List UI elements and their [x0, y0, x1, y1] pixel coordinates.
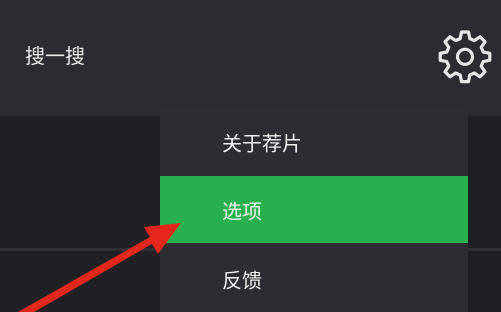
gear-icon[interactable] [437, 29, 493, 85]
menu-item-label: 选项 [222, 199, 262, 223]
menu-item-options[interactable]: 选项 [160, 176, 468, 243]
menu-item-label: 关于荐片 [222, 131, 302, 155]
search-tab-label[interactable]: 搜一搜 [25, 41, 85, 71]
menu-item-about[interactable]: 关于荐片 [160, 108, 468, 175]
right-panel-divider [468, 248, 501, 251]
menu-item-label: 反馈 [222, 268, 262, 292]
settings-dropdown-menu: 关于荐片 选项 反馈 [160, 108, 468, 312]
menu-item-feedback[interactable]: 反馈 [160, 245, 468, 312]
left-content-panel [0, 116, 160, 312]
left-panel-divider [0, 248, 160, 251]
top-header: 搜一搜 [0, 0, 501, 116]
right-content-panel [468, 116, 501, 312]
